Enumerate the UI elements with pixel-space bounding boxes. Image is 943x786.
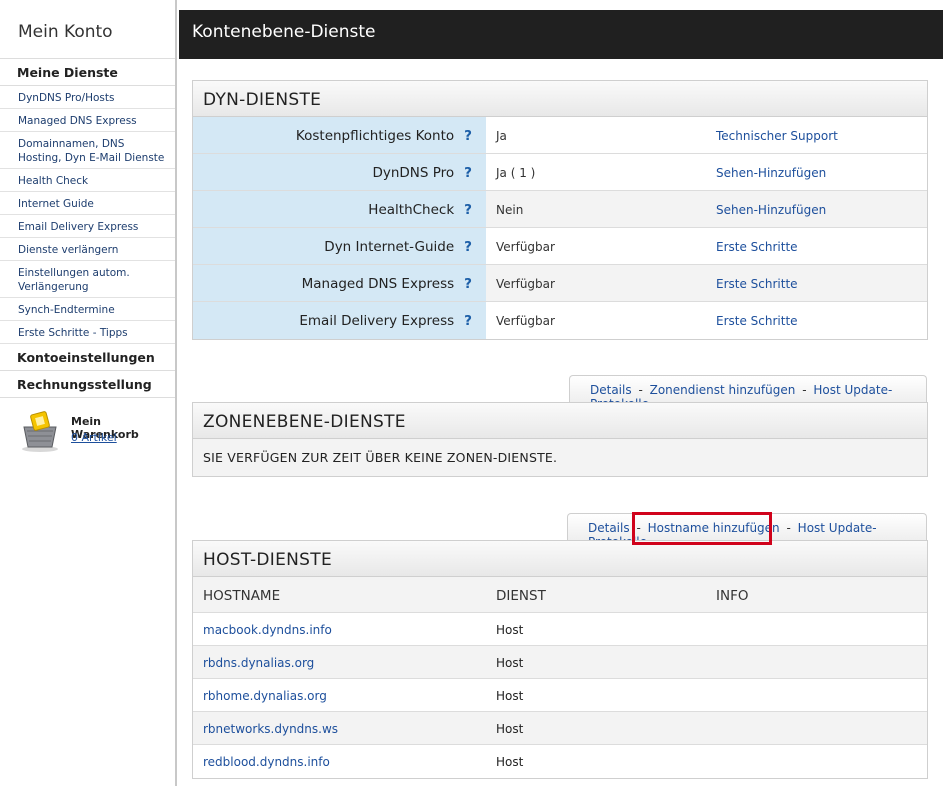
zone-tab-bar: Details - Zonendienst hinzufügen - Host … (569, 375, 927, 411)
dyn-row-label-text: HealthCheck (368, 202, 455, 218)
table-row: macbook.dyndns.info Host (193, 613, 927, 646)
dyn-row-label-text: Kostenpflichtiges Konto (295, 128, 455, 144)
help-icon[interactable]: ? (464, 239, 472, 255)
add-hostname-link[interactable]: Hostname hinzufügen (648, 521, 780, 535)
dyn-row-label-text: DynDNS Pro (372, 165, 455, 181)
dyn-row-value: Ja (496, 129, 507, 143)
shopping-cart: Mein Warenkorb 0 Artikel (18, 407, 168, 457)
service-cell: Host (496, 755, 524, 769)
dyn-row-healthcheck: HealthCheck? Nein Sehen-Hinzufügen (193, 191, 927, 228)
table-row: redblood.dyndns.info Host (193, 745, 927, 778)
dyn-row-label-text: Email Delivery Express (299, 313, 455, 329)
page-title: Kontenebene-Dienste (192, 22, 376, 42)
dyn-row-dyndns-pro: DynDNS Pro? Ja ( 1 ) Sehen-Hinzufügen (193, 154, 927, 191)
help-icon[interactable]: ? (464, 313, 472, 329)
dyn-row-label: Dyn Internet-Guide? (193, 228, 486, 264)
dyn-row-label: DynDNS Pro? (193, 154, 486, 190)
hostname-link[interactable]: rbnetworks.dyndns.ws (203, 722, 338, 736)
service-cell: Host (496, 623, 524, 637)
service-cell: Host (496, 722, 524, 736)
hostname-link[interactable]: macbook.dyndns.info (203, 623, 332, 637)
dyn-row-paid-account: Kostenpflichtiges Konto? Ja Technischer … (193, 117, 927, 154)
zone-services-panel: ZONENEBENE-DIENSTE SIE VERFÜGEN ZUR ZEIT… (192, 402, 928, 477)
zone-details-link[interactable]: Details (590, 383, 632, 397)
tab-separator: - (636, 521, 641, 535)
sidebar-item-health-check[interactable]: Health Check (0, 169, 175, 192)
dyn-row-internet-guide: Dyn Internet-Guide? Verfügbar Erste Schr… (193, 228, 927, 265)
dyn-row-value: Nein (496, 203, 524, 217)
tab-separator: - (802, 383, 807, 397)
dyn-row-label: Managed DNS Express? (193, 265, 486, 301)
sidebar: Mein Konto Meine Dienste DynDNS Pro/Host… (0, 0, 177, 786)
sidebar-item-getting-started[interactable]: Erste Schritte - Tipps (0, 321, 175, 344)
zone-services-title: ZONENEBENE-DIENSTE (193, 403, 927, 439)
tab-separator: - (638, 383, 643, 397)
dyn-row-label: Email Delivery Express? (193, 302, 486, 339)
dyn-row-label: Kostenpflichtiges Konto? (193, 117, 486, 153)
sidebar-item-internet-guide[interactable]: Internet Guide (0, 192, 175, 215)
column-header-info: INFO (716, 588, 749, 604)
sidebar-item-managed-dns[interactable]: Managed DNS Express (0, 109, 175, 132)
cart-icon[interactable] (18, 409, 62, 453)
dyn-row-label-text: Dyn Internet-Guide (324, 239, 455, 255)
zone-empty-message: SIE VERFÜGEN ZUR ZEIT ÜBER KEINE ZONEN-D… (193, 439, 927, 476)
dyn-services-panel: DYN-DIENSTE Kostenpflichtiges Konto? Ja … (192, 80, 928, 340)
sidebar-item-dyndns-pro[interactable]: DynDNS Pro/Hosts (0, 86, 175, 109)
dyn-row-link[interactable]: Technischer Support (716, 129, 838, 143)
dyn-row-label: HealthCheck? (193, 191, 486, 227)
dyn-row-link[interactable]: Sehen-Hinzufügen (716, 166, 826, 180)
sidebar-item-email-delivery[interactable]: Email Delivery Express (0, 215, 175, 238)
host-table-header: HOSTNAME DIENST INFO (193, 577, 927, 613)
host-services-panel: HOST-DIENSTE HOSTNAME DIENST INFO macboo… (192, 540, 928, 779)
column-header-hostname: HOSTNAME (203, 588, 281, 604)
dyn-row-value: Ja ( 1 ) (496, 166, 536, 180)
service-cell: Host (496, 689, 524, 703)
table-row: rbnetworks.dyndns.ws Host (193, 712, 927, 745)
hostname-link[interactable]: rbhome.dynalias.org (203, 689, 327, 703)
host-tab-bar: Details - Hostname hinzufügen - Host Upd… (567, 513, 927, 549)
table-row: rbdns.dynalias.org Host (193, 646, 927, 679)
dyn-row-value: Verfügbar (496, 240, 555, 254)
sidebar-item-domain-names[interactable]: Domainnamen, DNS Hosting, Dyn E-Mail Die… (0, 132, 175, 169)
hostname-link[interactable]: rbdns.dynalias.org (203, 656, 314, 670)
service-cell: Host (496, 656, 524, 670)
dyn-row-link[interactable]: Erste Schritte (716, 240, 798, 254)
dyn-row-label-text: Managed DNS Express (301, 276, 455, 292)
dyn-row-email-delivery: Email Delivery Express? Verfügbar Erste … (193, 302, 927, 339)
dyn-row-managed-dns: Managed DNS Express? Verfügbar Erste Sch… (193, 265, 927, 302)
sidebar-item-sync-dates[interactable]: Synch-Endtermine (0, 298, 175, 321)
sidebar-title: Mein Konto (0, 0, 175, 59)
dyn-row-link[interactable]: Erste Schritte (716, 277, 798, 291)
zone-add-service-link[interactable]: Zonendienst hinzufügen (650, 383, 796, 397)
sidebar-section-my-services[interactable]: Meine Dienste (0, 59, 175, 86)
sidebar-item-renew-services[interactable]: Dienste verlängern (0, 238, 175, 261)
column-header-service: DIENST (496, 588, 546, 604)
cart-count-link[interactable]: 0 Artikel (71, 431, 117, 444)
sidebar-section-account-settings[interactable]: Kontoeinstellungen (0, 344, 175, 371)
dyn-services-title: DYN-DIENSTE (193, 81, 927, 117)
table-row: rbhome.dynalias.org Host (193, 679, 927, 712)
dyn-row-link[interactable]: Erste Schritte (716, 314, 798, 328)
hostname-link[interactable]: redblood.dyndns.info (203, 755, 330, 769)
dyn-row-link[interactable]: Sehen-Hinzufügen (716, 203, 826, 217)
help-icon[interactable]: ? (464, 202, 472, 218)
host-details-link[interactable]: Details (588, 521, 630, 535)
help-icon[interactable]: ? (464, 165, 472, 181)
host-services-title: HOST-DIENSTE (193, 541, 927, 577)
sidebar-section-billing[interactable]: Rechnungsstellung (0, 371, 175, 398)
dyn-row-value: Verfügbar (496, 277, 555, 291)
sidebar-item-auto-renew[interactable]: Einstellungen autom. Verlängerung (0, 261, 175, 298)
dyn-row-value: Verfügbar (496, 314, 555, 328)
help-icon[interactable]: ? (464, 128, 472, 144)
page-header: Kontenebene-Dienste (179, 10, 943, 59)
help-icon[interactable]: ? (464, 276, 472, 292)
tab-separator: - (786, 521, 791, 535)
